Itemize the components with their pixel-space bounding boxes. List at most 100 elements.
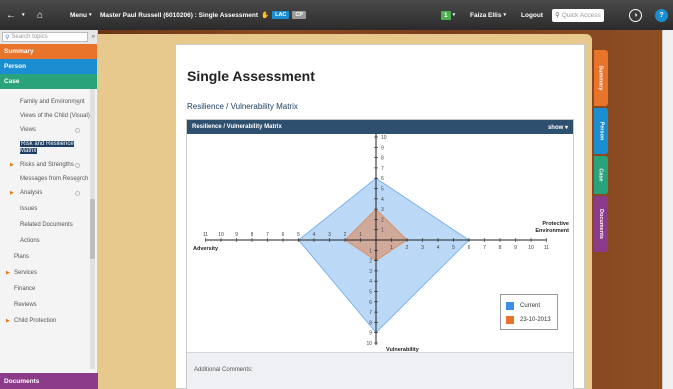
x-tick-label: 9 [235, 232, 238, 238]
x-tick-label: 6 [282, 232, 285, 238]
main-scrollbar[interactable] [662, 30, 673, 389]
sidebar-item-related-documents[interactable]: Related Documents [0, 220, 98, 231]
topic-search: ⚲ Search topics » [0, 30, 97, 44]
y-tick-label: 8 [369, 320, 372, 326]
sidebar-item-analysis[interactable]: ▶ Analysis [0, 188, 98, 199]
topic-search-input[interactable]: ⚲ Search topics [2, 32, 88, 42]
sidebar-item-reviews[interactable]: Reviews [0, 300, 98, 311]
sidebar-section-label: Case [4, 78, 20, 85]
sidebar-item-label: Plans [14, 254, 30, 260]
notifications-button[interactable]: 1 ▾ [441, 0, 455, 30]
tab-summary[interactable]: Summary [594, 50, 608, 106]
show-toggle[interactable]: show ▾ [548, 124, 568, 131]
y-tick-label: 1 [369, 248, 372, 254]
expand-arrow-icon: ▶ [6, 318, 10, 324]
sidebar-item-child-protection[interactable]: ▶ Child Protection [0, 316, 98, 327]
x-tick-label: 1 [390, 245, 393, 251]
tab-label: Summary [598, 65, 605, 91]
back-dropdown[interactable]: ▾ [22, 0, 25, 30]
tab-label: Person [598, 121, 604, 141]
legend-item-current: Current [506, 302, 540, 310]
y-tick-label: 2 [369, 259, 372, 265]
user-menu[interactable]: Faiza Ellis ▾ [470, 0, 506, 30]
menu-button[interactable]: Menu ▾ [70, 0, 92, 30]
help-icon: ? [655, 8, 668, 22]
tab-person[interactable]: Person [594, 108, 608, 154]
sidebar-section-label: Person [4, 63, 27, 70]
sidebar-scroll-thumb[interactable] [90, 199, 95, 259]
sidebar-section-documents[interactable]: Documents [0, 373, 98, 389]
x-tick-label: 5 [452, 245, 455, 251]
additional-comments: Additional Comments: [187, 352, 573, 389]
sidebar-item-label: Issues [20, 206, 38, 212]
panel-title: Resilience / Vulnerability Matrix [192, 124, 282, 130]
chevron-down-icon: ▾ [22, 12, 25, 18]
quick-access-placeholder: Quick Access [561, 11, 601, 19]
sidebar-item-plans[interactable]: Plans [0, 252, 98, 263]
tab-label: Documents [598, 209, 605, 239]
search-icon: ⚲ [5, 34, 10, 41]
sidebar-item-finance[interactable]: Finance [0, 284, 98, 295]
status-icon [75, 177, 80, 182]
legend-label: 23-10-2013 [520, 317, 551, 323]
sidebar-section-label: Summary [4, 48, 34, 55]
logout-link[interactable]: Logout [521, 0, 543, 30]
sidebar-item-views-visual[interactable]: Views of the Child (Visual) [0, 111, 98, 122]
y-tick-label: 3 [369, 269, 372, 275]
search-icon: ⚲ [555, 12, 560, 19]
sidebar-section-person[interactable]: Person [0, 59, 97, 74]
collapse-sidebar-icon[interactable]: » [92, 34, 95, 40]
legend-item-previous: 23-10-2013 [506, 316, 551, 324]
axis-label-adversity: Adversity [193, 246, 219, 252]
sidebar-section-case[interactable]: Case [0, 74, 97, 89]
y-tick-label: 4 [381, 197, 384, 203]
x-tick-label: 2 [344, 232, 347, 238]
sidebar-item-family-environment[interactable]: Family and Environment [0, 97, 98, 108]
expand-arrow-icon: ▶ [10, 162, 14, 168]
quick-access-search[interactable]: ⚲ Quick Access [552, 0, 604, 30]
x-tick-label: 3 [328, 232, 331, 238]
y-tick-label: 1 [381, 228, 384, 234]
sidebar-item-risk-resilience[interactable]: Risk and Resilience Matrix [0, 139, 98, 157]
sidebar-item-issues[interactable]: Issues [0, 204, 98, 215]
y-tick-label: 10 [381, 135, 387, 141]
x-tick-label: 1 [359, 232, 362, 238]
sidebar-item-label: Risk and Resilience Matrix [20, 141, 74, 154]
x-tick-label: 4 [437, 245, 440, 251]
comments-label: Additional Comments: [194, 367, 253, 373]
axis-label-protective: Protective [542, 221, 569, 227]
sidebar-section-summary[interactable]: Summary [0, 44, 97, 59]
y-tick-label: 4 [369, 279, 372, 285]
top-bar: ← ▾ ⌂ Menu ▾ Master Paul Russell (6010206… [0, 0, 673, 30]
sidebar-item-actions[interactable]: Actions [0, 236, 98, 247]
back-button[interactable]: ← [6, 0, 16, 30]
tab-case[interactable]: Case [594, 156, 608, 194]
home-icon: ⌂ [37, 9, 44, 21]
sidebar-item-messages-research[interactable]: Messages from Research [0, 174, 98, 185]
lac-badge: LAC [272, 11, 290, 19]
x-tick-label: 7 [266, 232, 269, 238]
sidebar-item-label: Child Protection [14, 318, 57, 324]
sidebar-item-label: Risks and Strengths [20, 162, 74, 168]
legend-swatch [506, 302, 514, 310]
y-tick-label: 5 [381, 187, 384, 193]
document-page: Single Assessment Resilience / Vulnerabi… [175, 44, 585, 389]
y-tick-label: 2 [381, 217, 384, 223]
contrast-button[interactable]: ◑ [629, 0, 642, 30]
sidebar-scrollbar[interactable] [90, 89, 95, 369]
x-tick-label: 9 [514, 245, 517, 251]
home-button[interactable]: ⌂ [37, 0, 43, 30]
x-tick-label: 10 [528, 245, 534, 251]
x-tick-label: 2 [406, 245, 409, 251]
back-arrow-icon: ← [6, 9, 16, 21]
y-tick-label: 6 [369, 300, 372, 306]
sidebar-item-label: Views of the Child (Visual) [20, 113, 90, 119]
sidebar-item-risks-strengths[interactable]: ▶ Risks and Strengths [0, 160, 98, 171]
sidebar-item-services[interactable]: ▶ Services [0, 268, 98, 279]
y-tick-label: 5 [369, 290, 372, 296]
help-button[interactable]: ? [655, 0, 668, 30]
sidebar-item-views[interactable]: Views [0, 125, 98, 136]
legend-swatch [506, 316, 514, 324]
tab-documents[interactable]: Documents [594, 196, 608, 252]
y-tick-label: 7 [381, 166, 384, 172]
